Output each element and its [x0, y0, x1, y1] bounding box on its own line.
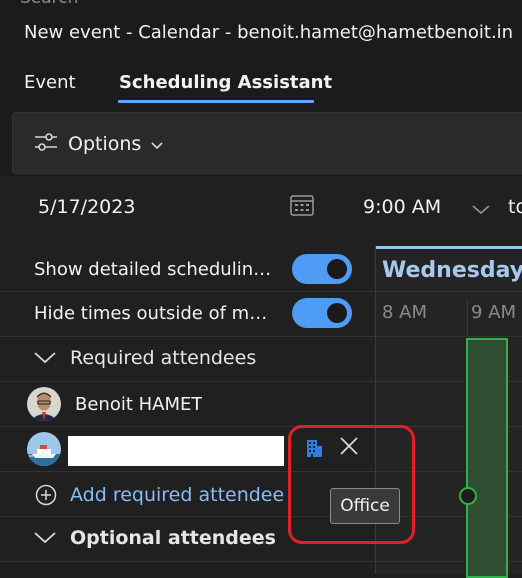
row-divider: [0, 561, 522, 562]
hour-divider: [467, 300, 468, 336]
search-label[interactable]: Search: [20, 0, 78, 8]
chevron-down-icon: [34, 527, 56, 549]
avatar: [27, 387, 61, 421]
tab-scheduling-assistant[interactable]: Scheduling Assistant: [119, 72, 332, 93]
hour-label: 8 AM: [382, 302, 428, 323]
slot-resize-handle[interactable]: [459, 487, 477, 505]
show-detailed-label: Show detailed schedulin…: [34, 259, 272, 280]
chevron-down-icon: [151, 133, 163, 155]
start-date-field[interactable]: 5/17/2023: [38, 196, 135, 218]
row-divider: [0, 471, 522, 472]
required-attendees-header[interactable]: Required attendees: [34, 347, 256, 369]
person-avatar-icon: [27, 387, 61, 421]
title-bar: Search New event - Calendar - benoit.ham…: [0, 0, 522, 62]
start-time-field[interactable]: 9:00 AM: [363, 196, 441, 218]
row-divider: [0, 381, 522, 382]
add-circle-icon[interactable]: [35, 484, 57, 510]
options-button[interactable]: Options: [34, 128, 163, 160]
tab-event[interactable]: Event: [24, 72, 76, 93]
row-divider: [0, 336, 522, 337]
toggle-knob: [327, 303, 347, 323]
optional-attendees-label: Optional attendees: [70, 527, 276, 549]
add-required-attendee-link[interactable]: Add required attendee: [70, 484, 284, 506]
selected-time-slot[interactable]: [466, 338, 508, 578]
row-divider: [0, 516, 522, 517]
options-icon: [34, 131, 58, 158]
show-detailed-toggle[interactable]: [292, 254, 352, 284]
row-divider: [0, 291, 522, 292]
to-label: to: [508, 196, 522, 218]
annotation-highlight-box: [288, 425, 415, 544]
ship-avatar-icon: [27, 432, 61, 466]
hide-times-label: Hide times outside of m…: [34, 303, 268, 324]
day-header: Wednesday,: [382, 258, 522, 283]
hide-times-toggle[interactable]: [292, 298, 352, 328]
day-header-bar: [376, 246, 522, 249]
attendee-name-redacted: [68, 436, 284, 466]
window-title: New event - Calendar - benoit.hamet@hame…: [24, 22, 514, 43]
attendee-name: Benoit HAMET: [75, 394, 203, 415]
calendar-icon[interactable]: [289, 193, 315, 221]
avatar: [27, 432, 61, 466]
chevron-down-icon: [34, 347, 56, 369]
optional-attendees-header[interactable]: Optional attendees: [34, 527, 276, 549]
toggle-knob: [327, 259, 347, 279]
active-tab-indicator: [118, 100, 314, 103]
required-attendees-label: Required attendees: [70, 347, 257, 369]
hour-label: 9 AM: [471, 302, 517, 323]
time-chevron-down-icon[interactable]: [472, 200, 490, 219]
options-label: Options: [68, 133, 142, 155]
row-divider: [0, 426, 522, 427]
